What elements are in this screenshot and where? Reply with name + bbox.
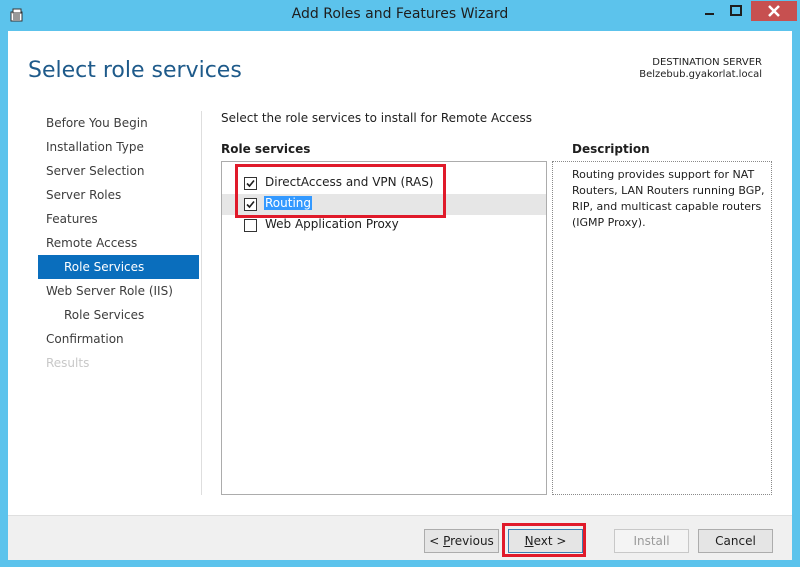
nav-divider: [201, 111, 202, 495]
nav-item-before-you-begin[interactable]: Before You Begin: [38, 111, 199, 135]
nav-item-installation-type[interactable]: Installation Type: [38, 135, 199, 159]
nav-item-iis-role-services[interactable]: Role Services: [38, 303, 199, 327]
close-icon: [768, 5, 780, 17]
previous-button-rest: revious: [450, 534, 494, 548]
minimize-icon: [705, 13, 714, 15]
title-bar[interactable]: Add Roles and Features Wizard: [0, 0, 800, 31]
nav-item-remote-access-role-services[interactable]: Role Services: [38, 255, 199, 279]
nav-item-results: Results: [46, 356, 90, 370]
nav-item-server-roles[interactable]: Server Roles: [38, 183, 199, 207]
next-button-rest: ext >: [533, 534, 567, 548]
next-button[interactable]: Next >: [508, 529, 583, 553]
directaccess-label[interactable]: DirectAccess and VPN (RAS): [264, 175, 435, 189]
destination-server-name: Belzebub.gyakorlat.local: [639, 69, 762, 80]
close-button[interactable]: [751, 1, 797, 21]
nav-item-web-server-role[interactable]: Web Server Role (IIS): [38, 279, 199, 303]
instruction-text: Select the role services to install for …: [221, 111, 533, 125]
maximize-button[interactable]: [723, 1, 749, 21]
routing-label[interactable]: Routing: [264, 196, 313, 210]
page-title: Select role services: [28, 58, 242, 83]
minimize-button[interactable]: [696, 1, 723, 21]
window-title: Add Roles and Features Wizard: [291, 6, 509, 22]
wizard-content: Select role services DESTINATION SERVER …: [8, 31, 792, 560]
nav-item-features[interactable]: Features: [38, 207, 199, 231]
cancel-button[interactable]: Cancel: [698, 529, 773, 553]
checkmark-icon: [246, 200, 255, 209]
description-heading: Description: [572, 142, 650, 156]
wizard-nav: Before You Begin Installation Type Serve…: [38, 111, 199, 375]
role-services-heading: Role services: [221, 142, 311, 156]
checkmark-icon: [246, 179, 255, 188]
role-service-item-routing[interactable]: Routing: [222, 194, 546, 215]
install-button: Install: [614, 529, 689, 553]
description-panel: Routing provides support for NAT Routers…: [552, 161, 772, 495]
web-application-proxy-label[interactable]: Web Application Proxy: [264, 217, 400, 231]
role-service-item-directaccess[interactable]: DirectAccess and VPN (RAS): [222, 173, 546, 194]
directaccess-checkbox[interactable]: [244, 177, 257, 190]
next-button-mnemonic: N: [524, 534, 534, 548]
button-bar: < Previous Next > Install Cancel: [8, 515, 792, 560]
previous-button-prefix: <: [429, 534, 444, 548]
nav-item-confirmation[interactable]: Confirmation: [38, 327, 199, 351]
nav-item-server-selection[interactable]: Server Selection: [38, 159, 199, 183]
previous-button[interactable]: < Previous: [424, 529, 499, 553]
web-application-proxy-checkbox[interactable]: [244, 219, 257, 232]
maximize-icon: [730, 5, 742, 16]
description-text: Routing provides support for NAT Routers…: [572, 168, 765, 229]
role-service-item-web-application-proxy[interactable]: Web Application Proxy: [222, 215, 546, 236]
role-services-list[interactable]: DirectAccess and VPN (RAS) Routing Web A…: [221, 161, 547, 495]
destination-server-label: DESTINATION SERVER: [652, 57, 762, 68]
nav-item-remote-access[interactable]: Remote Access: [38, 231, 199, 255]
routing-checkbox[interactable]: [244, 198, 257, 211]
wizard-window: Add Roles and Features Wizard Select rol…: [0, 0, 800, 567]
